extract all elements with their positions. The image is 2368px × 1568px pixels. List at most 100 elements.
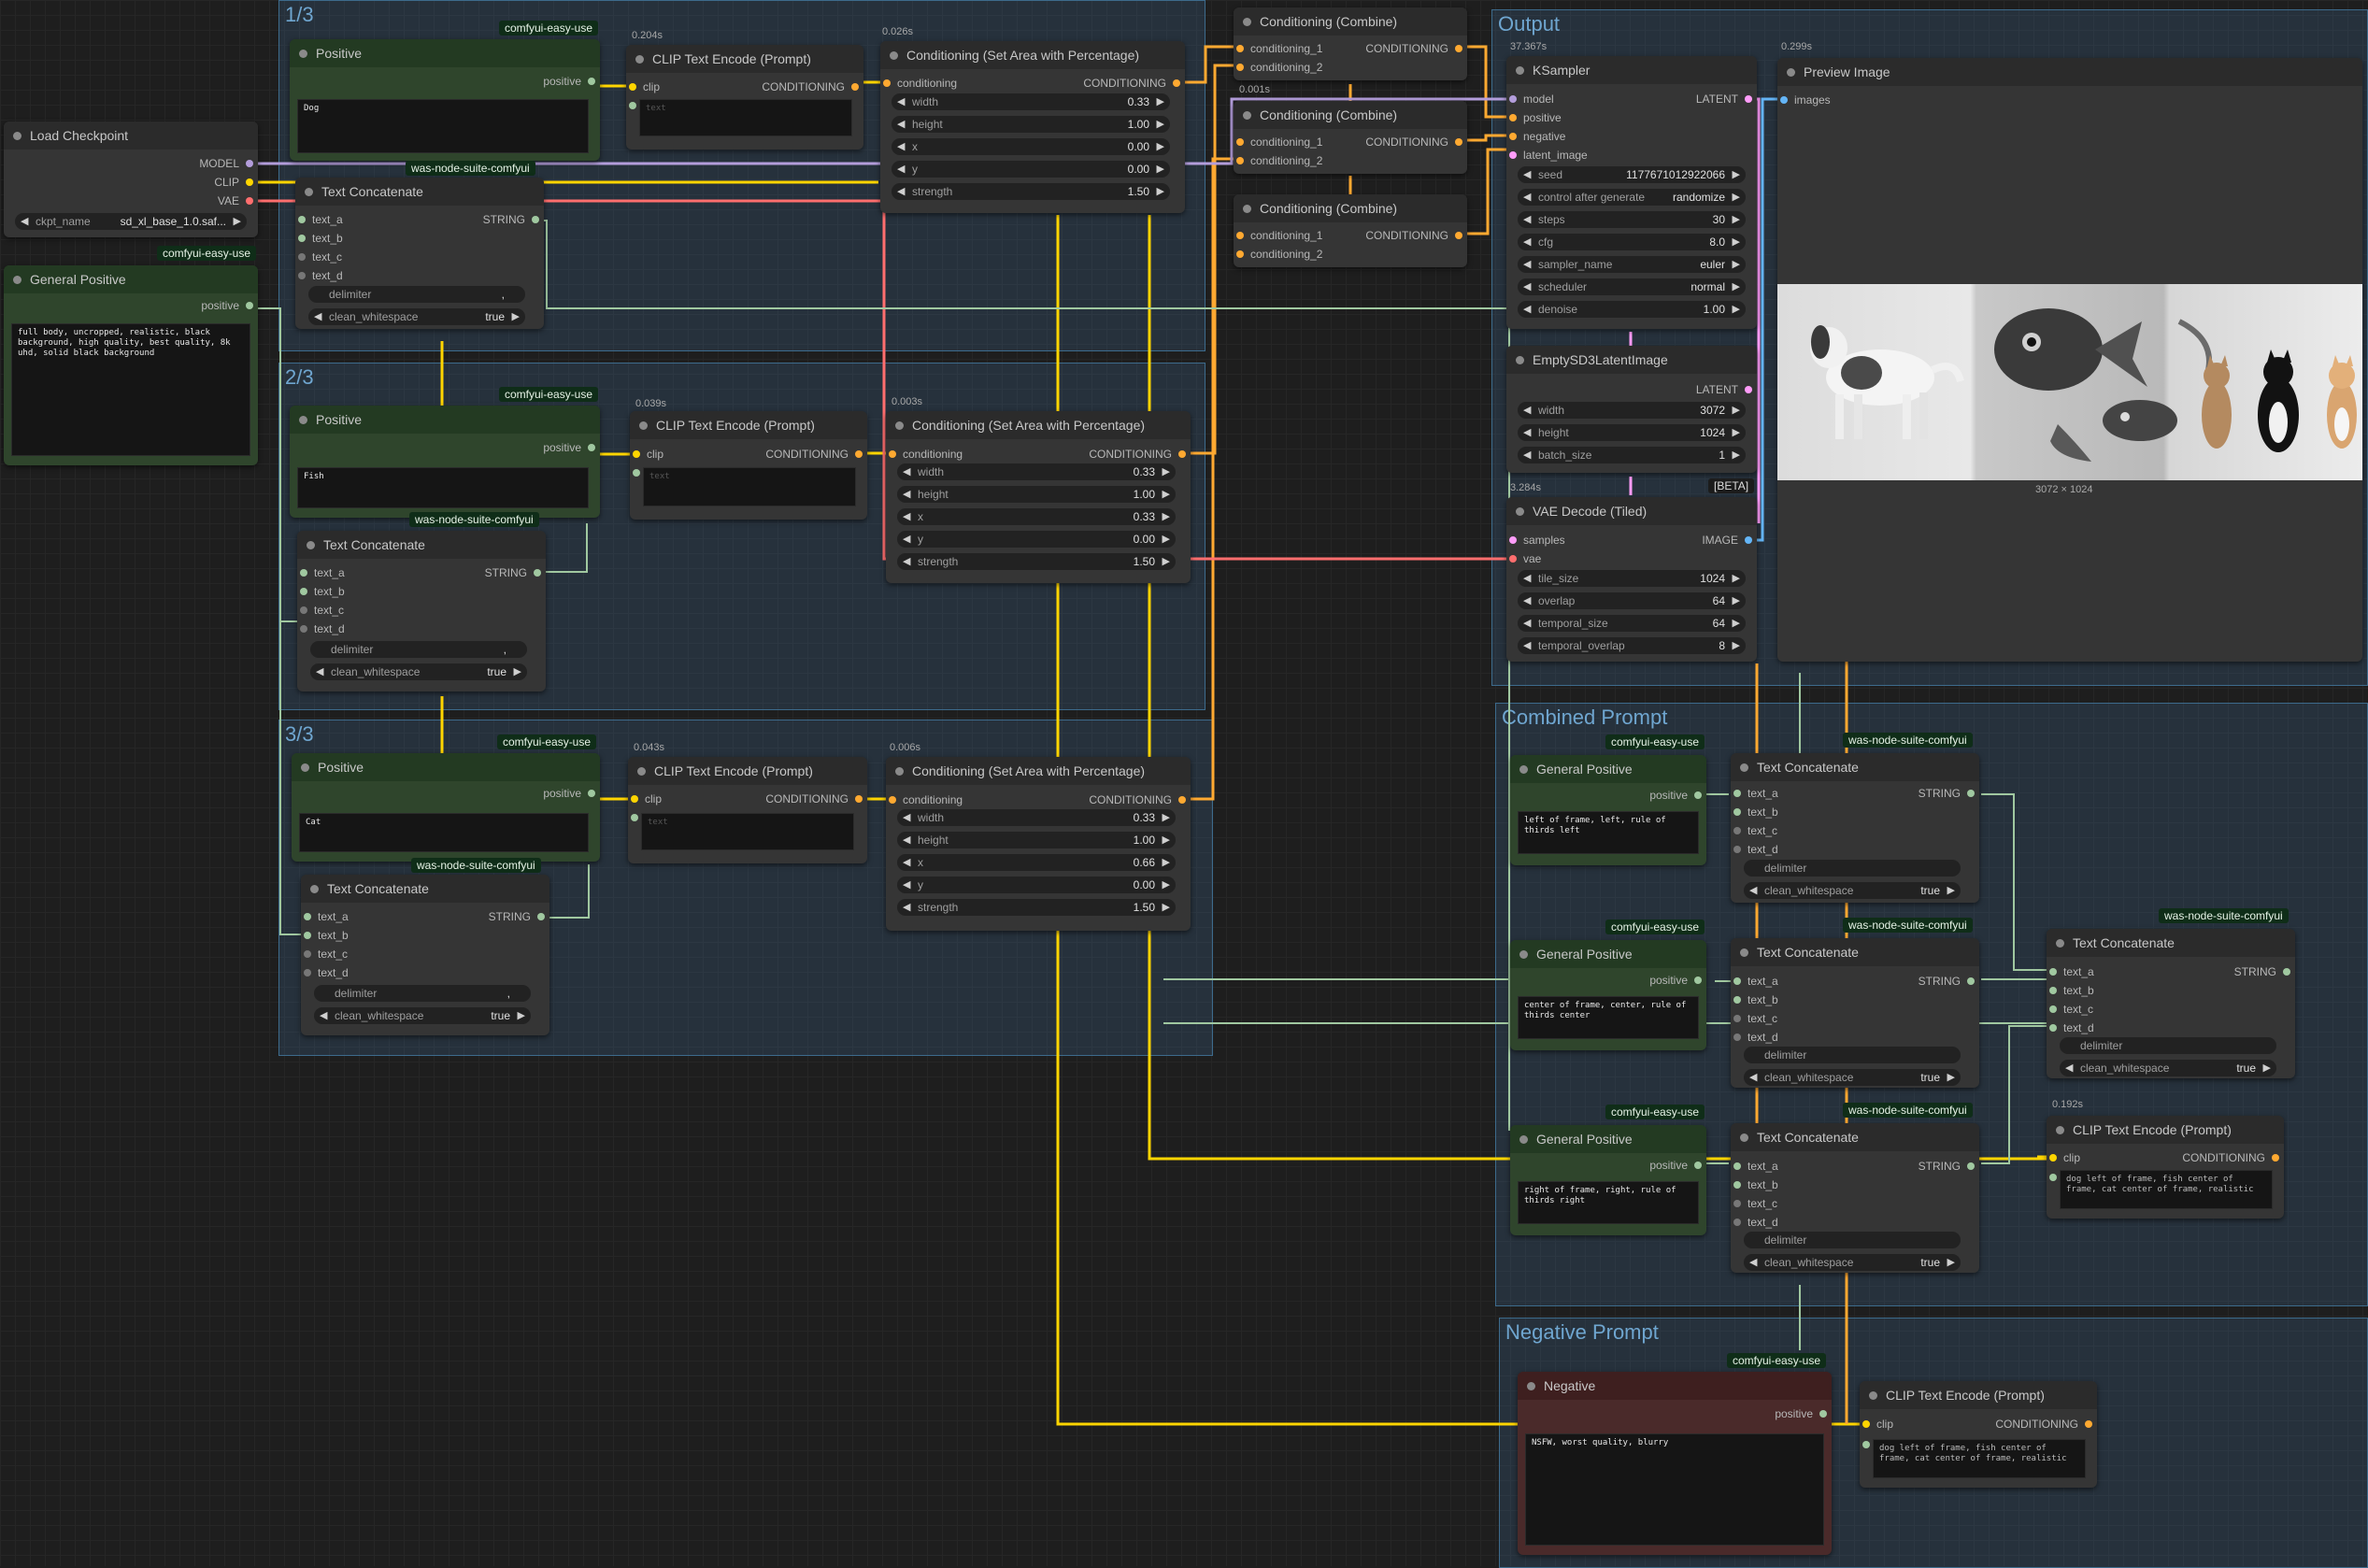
input-pin[interactable] — [300, 606, 307, 614]
collapse-dot[interactable] — [2056, 1126, 2064, 1134]
arrow-right-icon[interactable]: ▶ — [1947, 1256, 1955, 1268]
input-pin-vae[interactable] — [1509, 555, 1517, 563]
collapse-dot[interactable] — [1740, 948, 1748, 957]
input-pin[interactable] — [1236, 232, 1244, 239]
arrow-left-icon[interactable]: ◀ — [897, 163, 905, 175]
height-number[interactable]: ◀ height 1024 ▶ — [1518, 424, 1746, 441]
clean-whitespace-toggle[interactable]: ◀ clean_whitespace true ▶ — [1744, 1069, 1961, 1086]
text-widget[interactable]: text — [641, 813, 854, 850]
collapse-dot[interactable] — [13, 276, 21, 284]
input-pin[interactable] — [2049, 1024, 2057, 1032]
input-pin[interactable] — [300, 588, 307, 595]
output-pin-string[interactable] — [2283, 968, 2290, 976]
input-pin[interactable] — [1733, 1162, 1741, 1170]
height-number[interactable]: ◀ height 1.00 ▶ — [892, 116, 1170, 133]
input-pin[interactable] — [1733, 1200, 1741, 1207]
positive-node-2[interactable]: Positive positive Fish — [290, 406, 600, 518]
collapse-dot[interactable] — [1516, 507, 1524, 516]
output-pin-conditioning[interactable] — [855, 450, 863, 458]
arrow-right-icon[interactable]: ▶ — [1733, 280, 1740, 292]
arrow-right-icon[interactable]: ▶ — [1163, 488, 1170, 500]
collapse-dot[interactable] — [301, 763, 309, 772]
arrow-left-icon[interactable]: ◀ — [21, 215, 28, 227]
output-pin-string[interactable] — [1819, 1410, 1827, 1418]
arrow-right-icon[interactable]: ▶ — [1733, 235, 1740, 248]
arrow-right-icon[interactable]: ▶ — [234, 215, 241, 227]
arrow-left-icon[interactable]: ◀ — [316, 665, 323, 677]
collapse-dot[interactable] — [1869, 1391, 1877, 1400]
output-pin-string[interactable] — [588, 790, 595, 797]
arrow-right-icon[interactable]: ▶ — [1733, 303, 1740, 315]
collapse-dot[interactable] — [305, 188, 313, 196]
arrow-right-icon[interactable]: ▶ — [1733, 404, 1740, 416]
input-pin-text[interactable] — [631, 814, 638, 821]
ksampler-node[interactable]: KSampler model positive negative latent_… — [1506, 56, 1757, 329]
y-number[interactable]: ◀ y 0.00 ▶ — [897, 531, 1176, 548]
overlap-number[interactable]: ◀ overlap 64 ▶ — [1518, 592, 1746, 609]
input-pin-clip[interactable] — [1862, 1420, 1870, 1428]
output-pin-string[interactable] — [1967, 1162, 1975, 1170]
collapse-dot[interactable] — [307, 541, 315, 549]
temporal-size-number[interactable]: ◀ temporal_size 64 ▶ — [1518, 615, 1746, 632]
arrow-left-icon[interactable]: ◀ — [1523, 168, 1531, 180]
width-number[interactable]: ◀ width 3072 ▶ — [1518, 402, 1746, 419]
arrow-right-icon[interactable]: ▶ — [1163, 510, 1170, 522]
output-pin-string[interactable] — [534, 569, 541, 577]
set-area-node-3[interactable]: Conditioning (Set Area with Percentage) … — [886, 757, 1191, 931]
output-pin-string[interactable] — [1967, 977, 1975, 985]
arrow-right-icon[interactable]: ▶ — [1157, 163, 1164, 175]
vae-decode-tiled-node[interactable]: VAE Decode (Tiled) samples vae IMAGE ◀ ti… — [1506, 497, 1757, 662]
arrow-right-icon[interactable]: ▶ — [1733, 617, 1740, 629]
arrow-right-icon[interactable]: ▶ — [1163, 878, 1170, 891]
y-number[interactable]: ◀ y 0.00 ▶ — [897, 877, 1176, 893]
seed-number[interactable]: ◀ seed 1177671012922066 ▶ — [1518, 166, 1746, 183]
strength-number[interactable]: ◀ strength 1.50 ▶ — [897, 553, 1176, 570]
batch-size-number[interactable]: ◀ batch_size 1 ▶ — [1518, 447, 1746, 463]
arrow-right-icon[interactable]: ▶ — [1733, 639, 1740, 651]
delimiter-field[interactable]: delimiter , — [308, 286, 525, 303]
collapse-dot[interactable] — [1519, 765, 1528, 774]
arrow-left-icon[interactable]: ◀ — [903, 834, 910, 846]
collapse-dot[interactable] — [895, 421, 904, 430]
arrow-left-icon[interactable]: ◀ — [903, 533, 910, 545]
input-pin[interactable] — [300, 625, 307, 633]
prompt-textarea[interactable]: full body, uncropped, realistic, black b… — [11, 323, 250, 456]
text-widget[interactable]: dog left of frame, fish center of frame,… — [1873, 1439, 2086, 1478]
input-pin[interactable] — [1733, 808, 1741, 816]
clean-whitespace-toggle[interactable]: ◀ clean_whitespace true ▶ — [2060, 1060, 2276, 1076]
general-positive-right-node[interactable]: General Positive positive right of frame… — [1510, 1125, 1706, 1235]
prompt-textarea[interactable]: Dog — [297, 99, 589, 153]
arrow-left-icon[interactable]: ◀ — [897, 185, 905, 197]
output-pin-latent[interactable] — [1745, 386, 1752, 393]
x-number[interactable]: ◀ x 0.33 ▶ — [897, 508, 1176, 525]
output-pin-string[interactable] — [1694, 976, 1702, 984]
text-concatenate-node-3[interactable]: Text Concatenate text_a text_b text_c te… — [301, 875, 549, 1035]
collapse-dot[interactable] — [1787, 68, 1795, 77]
arrow-right-icon[interactable]: ▶ — [2263, 1062, 2271, 1074]
input-pin-samples[interactable] — [1509, 536, 1517, 544]
prompt-textarea[interactable]: center of frame, center, rule of thirds … — [1518, 996, 1699, 1039]
output-pin-string[interactable] — [1967, 790, 1975, 797]
input-pin-clip[interactable] — [629, 83, 636, 91]
scheduler-combo[interactable]: ◀ scheduler normal ▶ — [1518, 278, 1746, 295]
arrow-left-icon[interactable]: ◀ — [1523, 404, 1531, 416]
input-pin-latent[interactable] — [1509, 151, 1517, 159]
steps-number[interactable]: ◀ steps 30 ▶ — [1518, 211, 1746, 228]
empty-sd3-latent-image-node[interactable]: EmptySD3LatentImage LATENT ◀ width 3072 ▶ ◀… — [1506, 346, 1757, 473]
text-concatenate-right-node[interactable]: Text Concatenate text_a text_b text_c te… — [1731, 1123, 1979, 1273]
arrow-right-icon[interactable]: ▶ — [1733, 191, 1740, 203]
conditioning-combine-node-1[interactable]: Conditioning (Combine) conditioning_1 co… — [1234, 7, 1467, 80]
collapse-dot[interactable] — [1243, 205, 1251, 213]
prompt-textarea[interactable]: Fish — [297, 467, 589, 508]
conditioning-combine-node-3[interactable]: Conditioning (Combine) conditioning_1 co… — [1234, 194, 1467, 267]
output-pin-conditioning[interactable] — [1455, 138, 1462, 146]
output-pin-string[interactable] — [532, 216, 539, 223]
input-pin[interactable] — [300, 569, 307, 577]
output-pin-string[interactable] — [537, 913, 545, 920]
arrow-right-icon[interactable]: ▶ — [1733, 426, 1740, 438]
set-area-node-1[interactable]: Conditioning (Set Area with Percentage) … — [880, 41, 1185, 213]
arrow-right-icon[interactable]: ▶ — [1163, 856, 1170, 868]
arrow-right-icon[interactable]: ▶ — [1163, 465, 1170, 478]
sampler-name-combo[interactable]: ◀ sampler_name euler ▶ — [1518, 256, 1746, 273]
arrow-left-icon[interactable]: ◀ — [1749, 1071, 1757, 1083]
